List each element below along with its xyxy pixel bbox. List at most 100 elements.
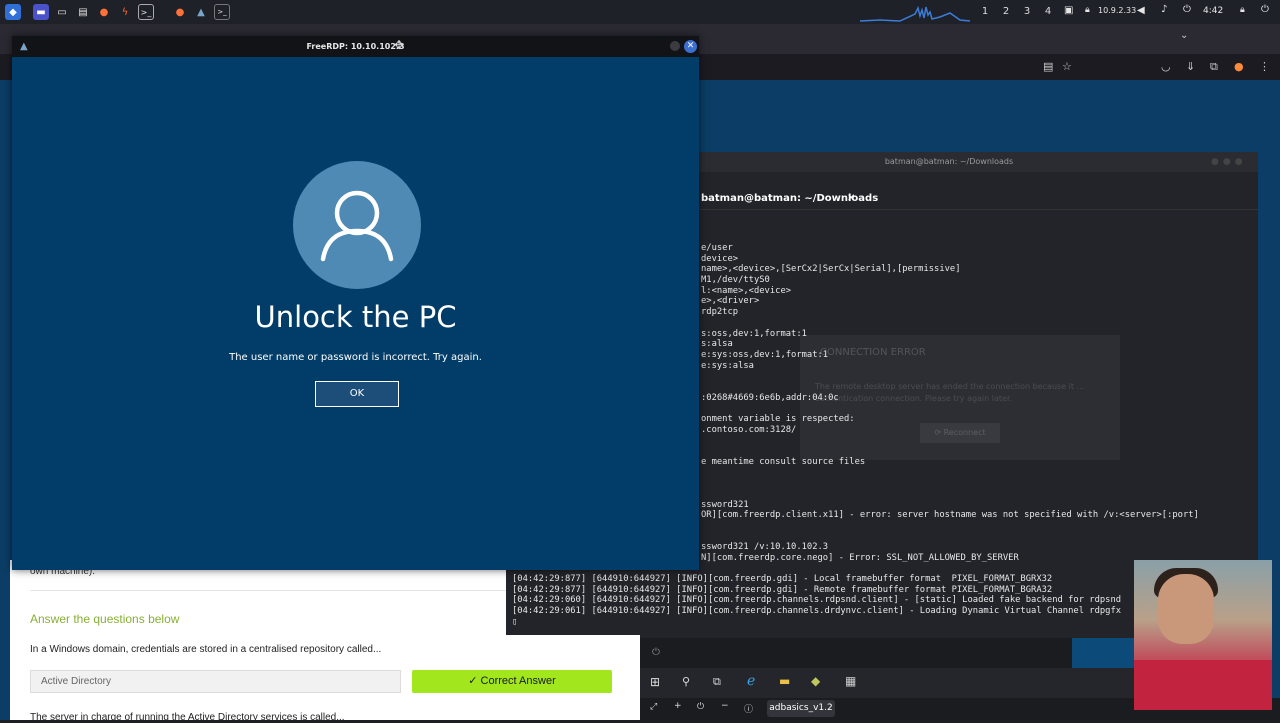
profile-icon[interactable]: ●: [1234, 60, 1244, 73]
reader-view-icon[interactable]: ▤: [1043, 60, 1053, 73]
terminal-window-buttons[interactable]: ●●●: [1211, 157, 1247, 167]
collapse-icon[interactable]: −: [721, 701, 729, 711]
server-manager-icon[interactable]: ▦: [845, 674, 856, 688]
downloads-icon[interactable]: ⇓: [1186, 60, 1195, 73]
terminal-output: e/user device> name>,<device>,[SerCx2|SerC…: [640, 243, 1258, 563]
terminal-icon[interactable]: >_: [138, 4, 154, 20]
workspace-1[interactable]: 1: [978, 0, 992, 24]
terminal-line: M1,/dev/ttyS0: [701, 275, 770, 286]
files-icon[interactable]: ▭: [54, 4, 70, 20]
login-error-message: The user name or password is incorrect. …: [229, 352, 482, 363]
network-graph: [860, 5, 970, 22]
user-avatar-icon: [293, 161, 421, 289]
terminal-line: e>,<driver>: [701, 296, 760, 307]
add-icon[interactable]: +: [674, 701, 682, 711]
windows-start-icon[interactable]: ⊞: [650, 675, 660, 689]
tab-close-icon[interactable]: ✕: [847, 193, 855, 204]
clock: 4:42: [1203, 6, 1224, 16]
terminal-line: ssword321: [701, 499, 749, 510]
task-view-icon[interactable]: ⧉: [713, 675, 721, 689]
freerdp-app-icon: ▲: [20, 41, 28, 52]
terminal-line: s:oss,dev:1,format:1: [701, 328, 807, 339]
firefox-task-icon[interactable]: ●: [172, 4, 188, 20]
remote-taskbar: ⊞ ⚲ ⧉ ℯ ▬ ◆ ▦: [640, 668, 1134, 698]
logout-icon[interactable]: ⏻: [1261, 4, 1269, 15]
machine-name-badge[interactable]: adbasics_v1.2: [767, 700, 835, 717]
workspace-3[interactable]: 3: [1020, 0, 1034, 24]
screen-lock-icon[interactable]: 🔒︎: [1240, 5, 1245, 15]
terminal-line: s:alsa: [701, 339, 733, 350]
terminal-line: e:sys:alsa: [701, 360, 754, 371]
search-icon[interactable]: ⚲: [682, 675, 690, 688]
menu-icon[interactable]: ⋮: [1259, 60, 1270, 73]
extensions-icon[interactable]: ⧉: [1210, 60, 1218, 74]
terminal-line: e:sys:oss,dev:1,format:1: [701, 349, 829, 360]
volume-icon[interactable]: ◀︎: [1137, 5, 1145, 16]
terminal-line: device>: [701, 253, 739, 264]
terminal-line: l:<name>,<device>: [701, 285, 792, 296]
terminal-line: ssword321 /v:10.10.102.3: [701, 542, 829, 553]
correct-answer-button[interactable]: ✓ Correct Answer: [412, 670, 612, 693]
question-1: In a Windows domain, credentials are sto…: [30, 644, 382, 655]
pocket-icon[interactable]: ◡: [1161, 60, 1171, 73]
notification-bell-icon[interactable]: ♪: [1161, 4, 1167, 15]
ok-button[interactable]: OK: [314, 380, 400, 408]
answer-1-field[interactable]: Active Directory: [30, 670, 401, 693]
terminal-line: OR][com.freerdp.client.x11] - error: ser…: [701, 510, 1199, 521]
freerdp-task-icon[interactable]: ▲: [193, 4, 209, 20]
vpn-icon[interactable]: ▣: [1064, 5, 1073, 16]
terminal-tab[interactable]: batman@batman: ~/Downloads ✕: [640, 188, 1258, 210]
remote-power-icon[interactable]: ⏻: [652, 647, 660, 658]
file-explorer-icon[interactable]: ▬: [779, 674, 790, 688]
power-icon[interactable]: ⏻: [1183, 4, 1191, 15]
webcam-face: [1158, 574, 1214, 644]
expand-icon[interactable]: ⤢: [650, 702, 657, 712]
remote-blue-area: [1072, 638, 1134, 668]
workspace-4[interactable]: 4: [1041, 0, 1055, 24]
move-cursor-icon: ✥: [394, 38, 405, 52]
terminal-line: name>,<device>,[SerCx2|SerCx|Serial],[pe…: [701, 264, 961, 275]
close-button[interactable]: ✕: [684, 40, 697, 53]
terminal-line: onment variable is respected:: [701, 414, 855, 424]
info-icon[interactable]: ⓘ: [744, 702, 753, 715]
terminal-line: :0268#4669:6e6b,addr:04:0c: [701, 392, 839, 403]
tab-list-chevron-icon[interactable]: ⌄: [1180, 30, 1188, 41]
system-panel: ◆ ▬ ▭ ▤ ● ϟ >_ ● ▲ >_ 1 2 3 4 ▣ 🔒︎ 10.9.…: [0, 0, 1280, 24]
lock-icon: 🔒︎: [1085, 5, 1090, 15]
ip-address: 10.9.2.33: [1098, 6, 1137, 15]
burp-icon[interactable]: ϟ: [117, 4, 133, 20]
firefox-icon[interactable]: ●: [96, 4, 112, 20]
terminal-task-icon[interactable]: >_: [214, 4, 230, 20]
app-icon[interactable]: ◆: [811, 674, 820, 688]
terminal-line: rdp2tcp: [701, 307, 739, 318]
edge-icon[interactable]: ℯ: [747, 673, 755, 689]
freerdp-title: FreeRDP: 10.10.102.3: [12, 36, 699, 57]
document-viewer-icon[interactable]: ▤: [75, 4, 91, 20]
terminal-title: batman@batman: ~/Downloads: [640, 152, 1258, 172]
terminal-line: e meantime consult source files: [701, 456, 866, 467]
workspace-2[interactable]: 2: [999, 0, 1013, 24]
terminal-line: .contoso.com:3128/: [701, 424, 797, 435]
webcam-shirt: [1134, 660, 1272, 710]
question-2: The server in charge of running the Acti…: [30, 712, 345, 723]
unlock-heading: Unlock the PC: [254, 300, 457, 334]
app-menu-icon[interactable]: ◆: [5, 4, 21, 20]
questions-heading: Answer the questions below: [30, 612, 180, 626]
machine-power-icon[interactable]: ⏻: [697, 702, 704, 712]
minimize-button[interactable]: [670, 41, 680, 51]
desktop-icon[interactable]: ▬: [33, 4, 49, 20]
bookmark-star-icon[interactable]: ☆: [1062, 60, 1072, 73]
webcam-overlay: [1134, 560, 1272, 710]
terminal-line: e/user: [701, 243, 733, 253]
